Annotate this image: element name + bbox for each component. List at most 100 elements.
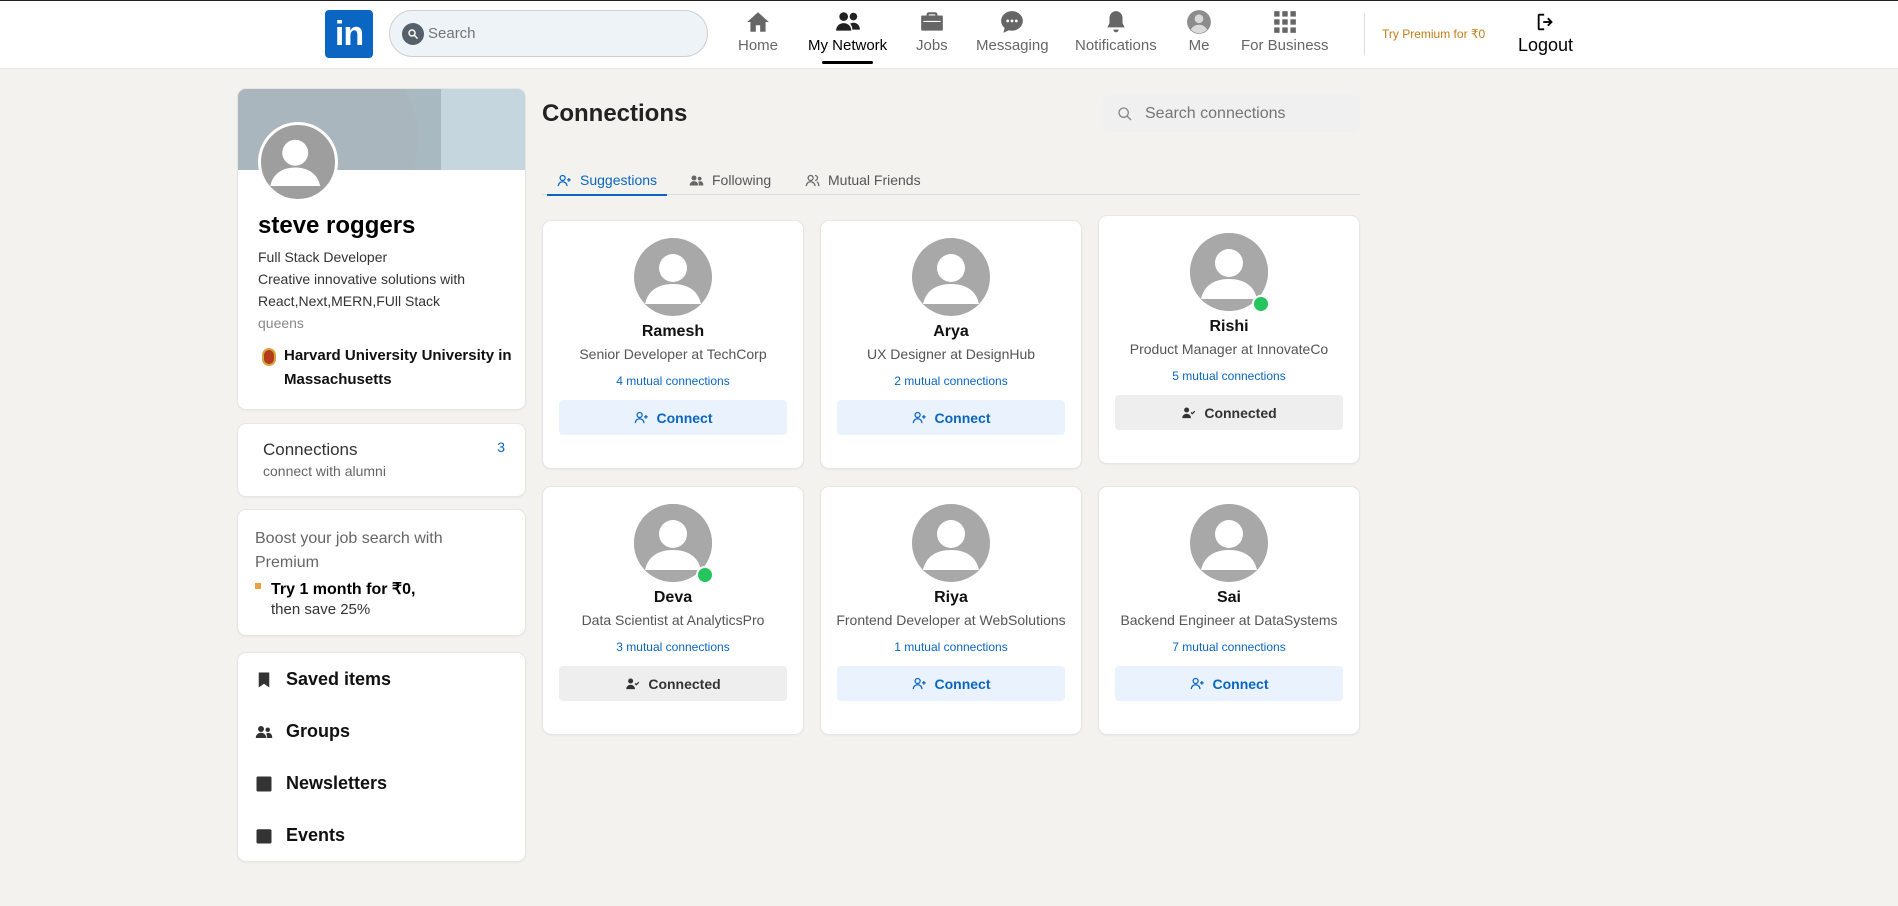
bookmark-icon [258,672,270,687]
newsletter-icon [256,776,272,791]
person-role: Backend Engineer at DataSystems [1120,612,1338,628]
mutual-connections-link[interactable]: 7 mutual connections [1099,640,1359,654]
user-plus-icon [912,411,926,424]
users-outline-icon [805,174,820,186]
connections-summary-subtitle: connect with alumni [263,463,386,479]
person-avatar[interactable] [912,504,990,582]
person-card[interactable]: Ramesh Senior Developer at TechCorp 4 mu… [543,221,803,468]
logout-button[interactable]: Logout [1518,11,1573,56]
profile-location: queens [258,315,304,331]
nav-messaging[interactable]: Messaging [976,9,1049,54]
nav-my-network[interactable]: My Network [808,9,887,64]
user-plus-icon [634,411,648,424]
person-avatar[interactable] [912,238,990,316]
home-icon [747,12,769,32]
shortcut-links: Saved items Groups Newsletters Events [238,653,525,861]
nav-home[interactable]: Home [738,9,778,54]
online-status-dot [1252,295,1270,313]
person-card[interactable]: Riya Frontend Developer at WebSolutions … [821,487,1081,734]
profile-card: steve roggers Full Stack Developer Creat… [238,89,525,409]
briefcase-icon [921,12,943,31]
person-avatar[interactable] [634,238,712,316]
bell-icon [1107,11,1125,33]
promo-offer: Try 1 month for ₹0, [271,581,416,598]
network-icon [835,12,860,31]
tab-mutual-friends[interactable]: Mutual Friends [805,166,921,194]
profile-school[interactable]: Harvard University University in Massach… [262,344,514,392]
try-premium-link[interactable]: Try Premium for ₹0 [1382,27,1485,41]
logout-icon [1537,13,1553,31]
mutual-connections-link[interactable]: 2 mutual connections [821,374,1081,388]
avatar-icon [1187,10,1211,34]
connections-search[interactable] [1103,95,1360,132]
tab-suggestions[interactable]: Suggestions [546,166,668,196]
link-events[interactable]: Events [255,825,345,846]
person-card[interactable]: Arya UX Designer at DesignHub 2 mutual c… [821,221,1081,468]
promo-text: Boost your job search with Premium [255,530,443,571]
connect-button[interactable]: Connect [837,400,1065,435]
link-newsletters[interactable]: Newsletters [255,773,387,794]
connect-button[interactable]: Connect [559,400,787,435]
nav-jobs[interactable]: Jobs [916,9,948,54]
user-check-icon [1182,407,1196,419]
person-role: UX Designer at DesignHub [866,346,1036,362]
promo-offer-detail: then save 25% [271,601,371,618]
person-name[interactable]: Arya [821,323,1081,341]
person-role: Frontend Developer at WebSolutions [836,612,1066,628]
global-search[interactable] [389,10,708,57]
user-plus-icon [1190,677,1204,690]
premium-square-icon [255,583,261,589]
calendar-icon [256,828,272,843]
person-name[interactable]: Riya [821,589,1081,607]
person-card[interactable]: Deva Data Scientist at AnalyticsPro 3 mu… [543,487,803,734]
person-name[interactable]: Rishi [1099,318,1359,336]
connect-button[interactable]: Connect [837,666,1065,701]
mutual-connections-link[interactable]: 1 mutual connections [821,640,1081,654]
grid-icon [1273,11,1296,33]
profile-name[interactable]: steve roggers [258,212,415,240]
users-icon [689,175,704,185]
global-search-input[interactable] [428,25,668,42]
connect-button[interactable]: Connect [1115,666,1343,701]
profile-headline: Full Stack Developer [258,249,388,265]
user-check-icon [626,678,640,690]
page-title: Connections [542,100,688,127]
profile-avatar[interactable] [258,122,338,202]
person-card[interactable]: Sai Backend Engineer at DataSystems 7 mu… [1099,487,1359,734]
person-card[interactable]: Rishi Product Manager at InnovateCo 5 mu… [1099,216,1359,463]
messaging-icon [1001,11,1024,33]
mutual-connections-link[interactable]: 4 mutual connections [543,374,803,388]
search-icon [402,22,424,45]
premium-promo[interactable]: Boost your job search with Premium Try 1… [238,510,525,635]
connections-summary-title: Connections [263,440,358,459]
person-role: Data Scientist at AnalyticsPro [581,612,765,628]
person-avatar[interactable] [1190,233,1270,313]
connected-button[interactable]: Connected [1115,395,1343,430]
person-name[interactable]: Deva [543,589,803,607]
nav-divider [1364,13,1365,55]
person-role: Senior Developer at TechCorp [579,346,767,362]
nav-for-business[interactable]: For Business [1241,9,1329,54]
user-plus-icon [912,677,926,690]
nav-notifications[interactable]: Notifications [1075,9,1157,54]
person-name[interactable]: Sai [1099,589,1359,607]
person-name[interactable]: Ramesh [543,323,803,341]
linkedin-logo[interactable]: in [325,10,373,58]
connections-summary[interactable]: Connections connect with alumni 3 [238,424,525,496]
profile-about-line1: Creative innovative solutions with [258,271,465,287]
link-groups[interactable]: Groups [255,721,350,742]
person-avatar[interactable] [1190,504,1268,582]
nav-me[interactable]: Me [1186,9,1212,54]
connections-search-input[interactable] [1145,104,1345,123]
online-status-dot [696,566,714,584]
person-avatar[interactable] [634,504,714,584]
connections-tabs: Suggestions Following Mutual Friends [542,160,1360,196]
connected-button[interactable]: Connected [559,666,787,701]
connections-count: 3 [497,439,505,455]
mutual-connections-link[interactable]: 3 mutual connections [543,640,803,654]
link-saved-items[interactable]: Saved items [255,669,391,690]
tab-following[interactable]: Following [689,166,771,194]
user-plus-icon [557,174,571,186]
active-tab-underline [822,61,874,64]
mutual-connections-link[interactable]: 5 mutual connections [1099,369,1359,383]
